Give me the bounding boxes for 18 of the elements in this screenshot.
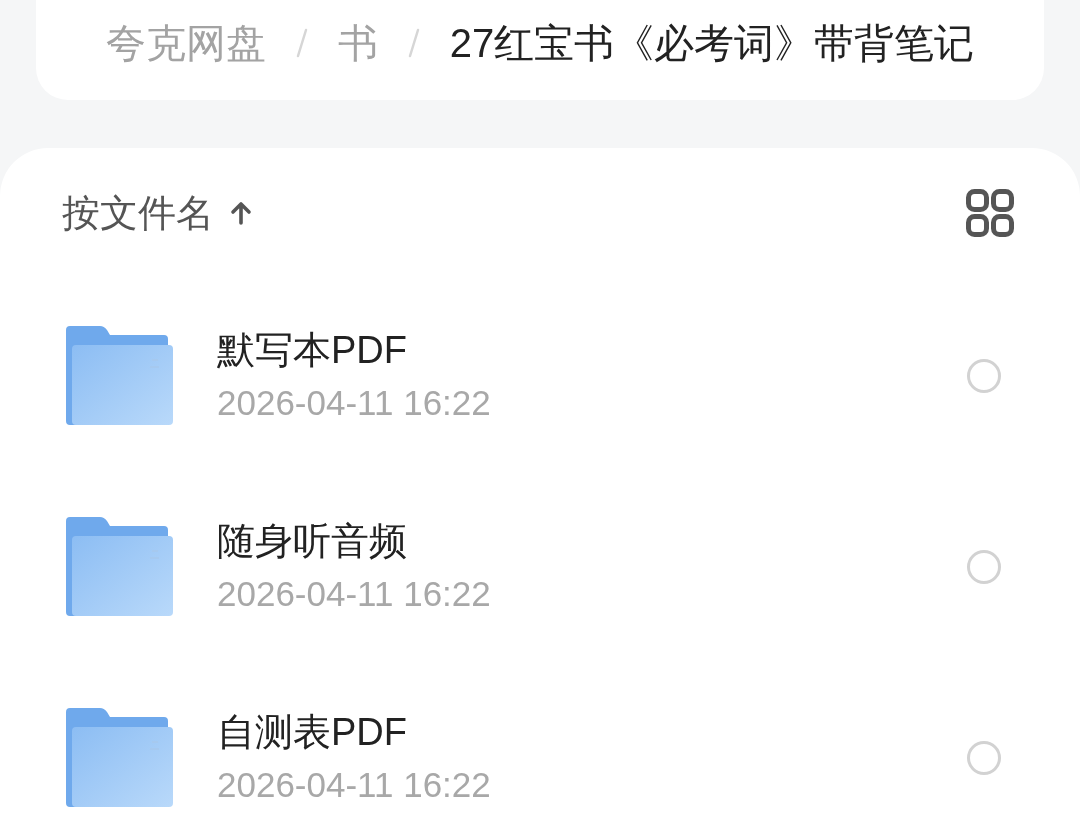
select-radio[interactable] bbox=[967, 358, 1001, 393]
file-date: 2026-04-11 16:22 bbox=[217, 572, 491, 615]
select-radio[interactable] bbox=[967, 740, 1001, 775]
file-date: 2026-04-11 16:22 bbox=[217, 381, 491, 424]
file-name: 默写本PDF bbox=[217, 327, 407, 372]
file-date: 2026-04-11 16:22 bbox=[217, 763, 491, 806]
file-name: 自测表PDF bbox=[217, 709, 407, 754]
folder-icon bbox=[66, 708, 173, 807]
separator-icon bbox=[295, 28, 308, 58]
folder-icon bbox=[66, 326, 173, 425]
select-radio[interactable] bbox=[967, 549, 1001, 584]
sort-button[interactable]: 按文件名 bbox=[62, 191, 253, 235]
separator-icon bbox=[407, 28, 420, 58]
view-toggle-button[interactable] bbox=[966, 189, 1014, 237]
grid-view-icon bbox=[966, 189, 1014, 237]
breadcrumb-current[interactable]: 27红宝书《必考词》带背笔记 bbox=[449, 20, 975, 66]
folder-icon bbox=[66, 517, 173, 616]
file-name: 随身听音频 bbox=[217, 518, 407, 563]
